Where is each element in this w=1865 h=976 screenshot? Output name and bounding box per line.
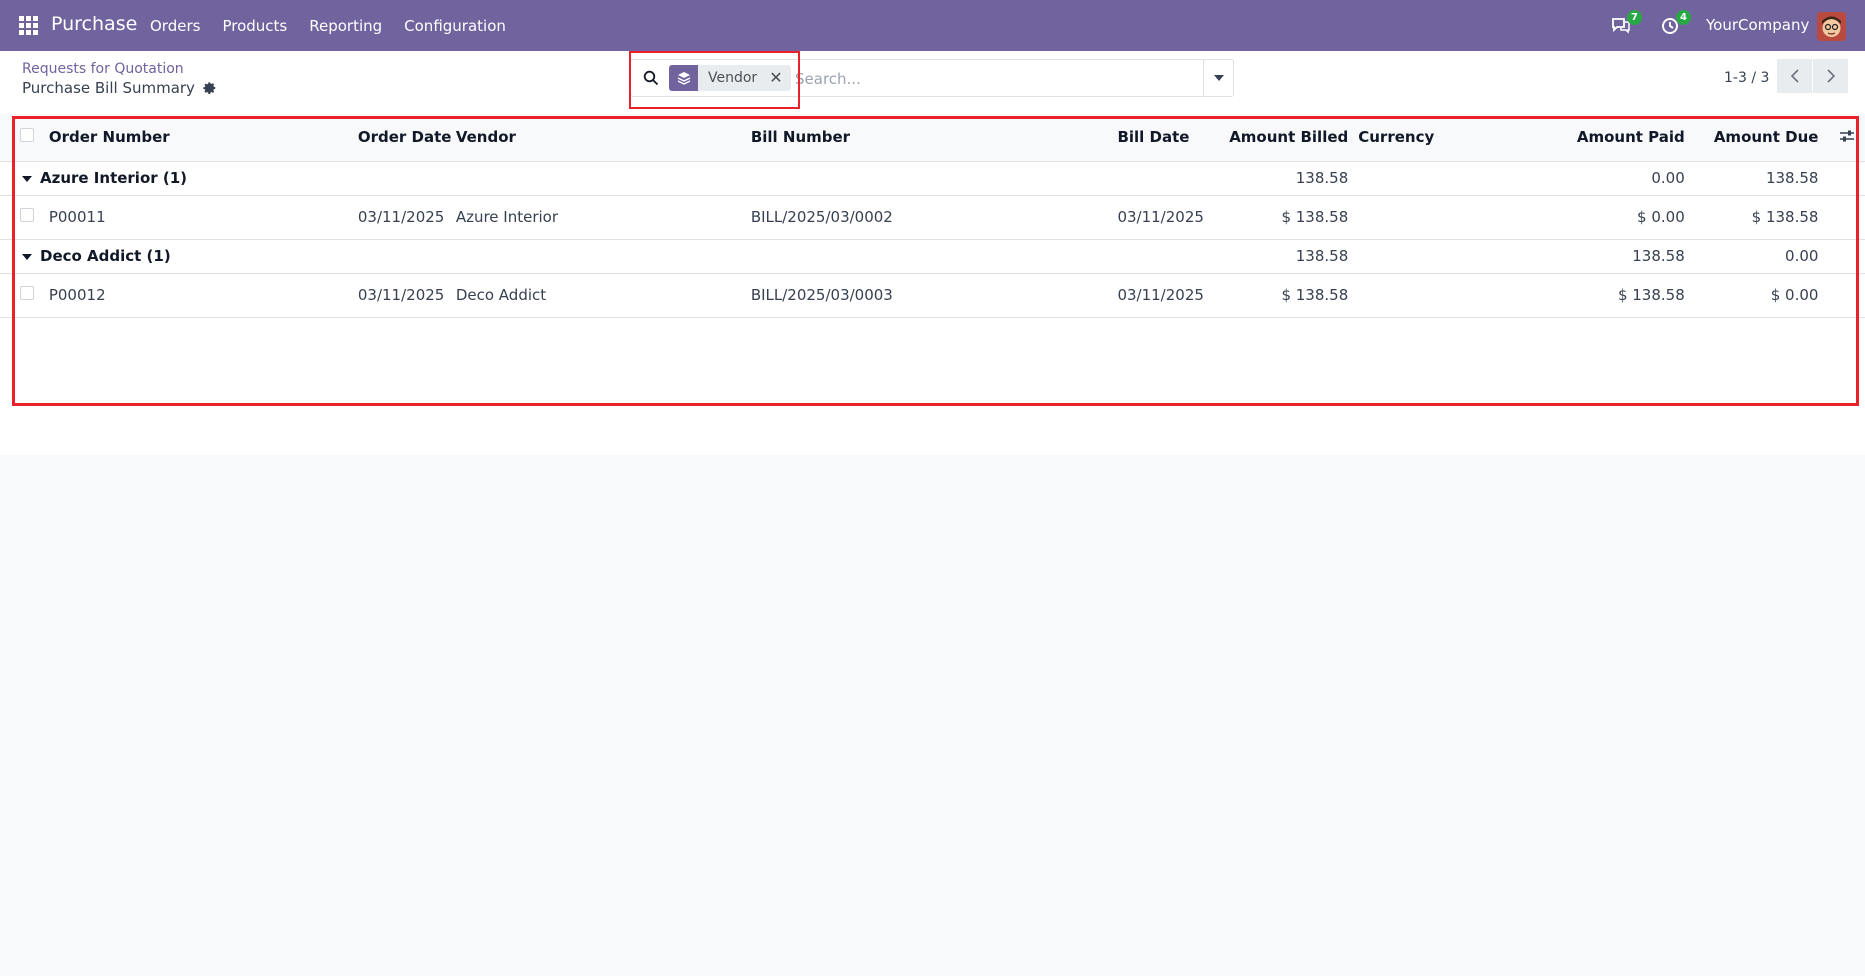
page-title: Purchase Bill Summary [22, 79, 217, 97]
menu-item-configuration[interactable]: Configuration [404, 17, 506, 35]
column-header-order-number[interactable]: Order Number [48, 114, 358, 162]
cell-currency [1348, 195, 1537, 239]
group-amount-billed: 138.58 [1295, 247, 1349, 265]
search-icon[interactable] [643, 70, 659, 86]
column-header-currency[interactable]: Currency [1348, 114, 1538, 162]
cell-amount-paid: $ 0.00 [1637, 208, 1685, 226]
select-all-checkbox[interactable] [20, 128, 34, 143]
menu-item-products[interactable]: Products [222, 17, 287, 35]
page-title-text: Purchase Bill Summary [22, 79, 195, 97]
row-checkbox[interactable] [20, 286, 34, 300]
close-icon[interactable]: ✕ [767, 65, 791, 91]
group-amount-due: 138.58 [1765, 169, 1819, 187]
pager-value[interactable]: 1-3 / 3 [1724, 70, 1769, 86]
cell-order-date: 03/11/2025 [357, 208, 445, 226]
search-options-toggle[interactable] [1203, 60, 1233, 96]
user-avatar[interactable] [1817, 12, 1846, 41]
table-row[interactable]: P00012 03/11/2025 Deco Addict BILL/2025/… [0, 273, 1865, 317]
column-header-amount-paid[interactable]: Amount Paid [1537, 114, 1685, 162]
cell-amount-due: $ 138.58 [1751, 208, 1819, 226]
facet-label: Vendor [698, 65, 768, 91]
activities-badge: 4 [1676, 10, 1691, 25]
main-menu: Orders Products Reporting Configuration [150, 0, 528, 51]
menu-item-reporting[interactable]: Reporting [309, 17, 382, 35]
bill-summary-table: Order Number Order Date Vendor Bill Numb… [0, 114, 1865, 318]
group-row[interactable]: Azure Interior (1) 138.58 0.00 138.58 [0, 161, 1865, 195]
messages-icon[interactable]: 7 [1611, 10, 1642, 37]
pager-next-button[interactable] [1813, 59, 1848, 93]
caret-down-icon [1213, 75, 1224, 81]
group-row[interactable]: Deco Addict (1) 138.58 138.58 0.00 [0, 239, 1865, 273]
breadcrumb-link[interactable]: Requests for Quotation [22, 61, 184, 77]
pager-previous-button[interactable] [1777, 59, 1812, 93]
caret-down-icon [22, 253, 32, 260]
cell-order-number: P00011 [48, 208, 106, 226]
list-view: Order Number Order Date Vendor Bill Numb… [0, 114, 1865, 455]
activities-icon[interactable]: 4 [1660, 10, 1691, 37]
search-input[interactable] [795, 66, 1195, 92]
column-header-vendor[interactable]: Vendor [455, 114, 751, 162]
cell-amount-billed: $ 138.58 [1281, 208, 1349, 226]
search-bar: Vendor ✕ [630, 59, 1234, 97]
cell-amount-billed: $ 138.58 [1281, 286, 1349, 304]
chevron-left-icon [1790, 69, 1799, 83]
group-amount-billed: 138.58 [1295, 169, 1349, 187]
group-label: Azure Interior (1) [40, 169, 188, 187]
cell-bill-date: 03/11/2025 [1117, 208, 1204, 226]
cell-amount-paid: $ 138.58 [1617, 286, 1685, 304]
cell-bill-date: 03/11/2025 [1117, 286, 1204, 304]
column-header-order-date[interactable]: Order Date [357, 114, 456, 162]
apps-grid-icon[interactable] [19, 16, 38, 35]
menu-item-orders[interactable]: Orders [150, 17, 200, 35]
company-switcher[interactable]: YourCompany [1706, 16, 1809, 34]
column-header-bill-number[interactable]: Bill Number [750, 114, 1118, 162]
cell-vendor: Azure Interior [455, 208, 559, 226]
top-navbar: Purchase Orders Products Reporting Confi… [0, 0, 1865, 51]
gear-icon[interactable] [203, 81, 217, 95]
group-amount-paid: 0.00 [1651, 169, 1685, 187]
cell-order-date: 03/11/2025 [357, 286, 445, 304]
cell-amount-due: $ 0.00 [1770, 286, 1819, 304]
layers-icon [669, 65, 698, 91]
search-facet-vendor: Vendor ✕ [669, 65, 791, 91]
group-amount-paid: 138.58 [1632, 247, 1685, 265]
group-amount-due: 0.00 [1785, 247, 1819, 265]
row-checkbox[interactable] [20, 208, 34, 222]
column-header-bill-date[interactable]: Bill Date [1117, 114, 1230, 162]
caret-down-icon [22, 175, 32, 182]
column-header-amount-billed[interactable]: Amount Billed [1229, 114, 1349, 162]
control-panel: Requests for Quotation Purchase Bill Sum… [0, 51, 1865, 114]
table-header: Order Number Order Date Vendor Bill Numb… [0, 114, 1865, 162]
cell-bill-number: BILL/2025/03/0002 [750, 208, 893, 226]
table-row[interactable]: P00011 03/11/2025 Azure Interior BILL/20… [0, 195, 1865, 239]
messages-badge: 7 [1627, 10, 1642, 25]
cell-currency [1348, 273, 1537, 317]
cell-bill-number: BILL/2025/03/0003 [750, 286, 893, 304]
group-label: Deco Addict (1) [40, 247, 171, 265]
chevron-right-icon [1826, 69, 1835, 83]
avatar-face-icon [1817, 12, 1846, 41]
app-name[interactable]: Purchase [51, 13, 137, 35]
cell-vendor: Deco Addict [455, 286, 547, 304]
column-options-icon[interactable] [1839, 128, 1855, 144]
column-header-amount-due[interactable]: Amount Due [1684, 114, 1819, 162]
cell-order-number: P00012 [48, 286, 106, 304]
